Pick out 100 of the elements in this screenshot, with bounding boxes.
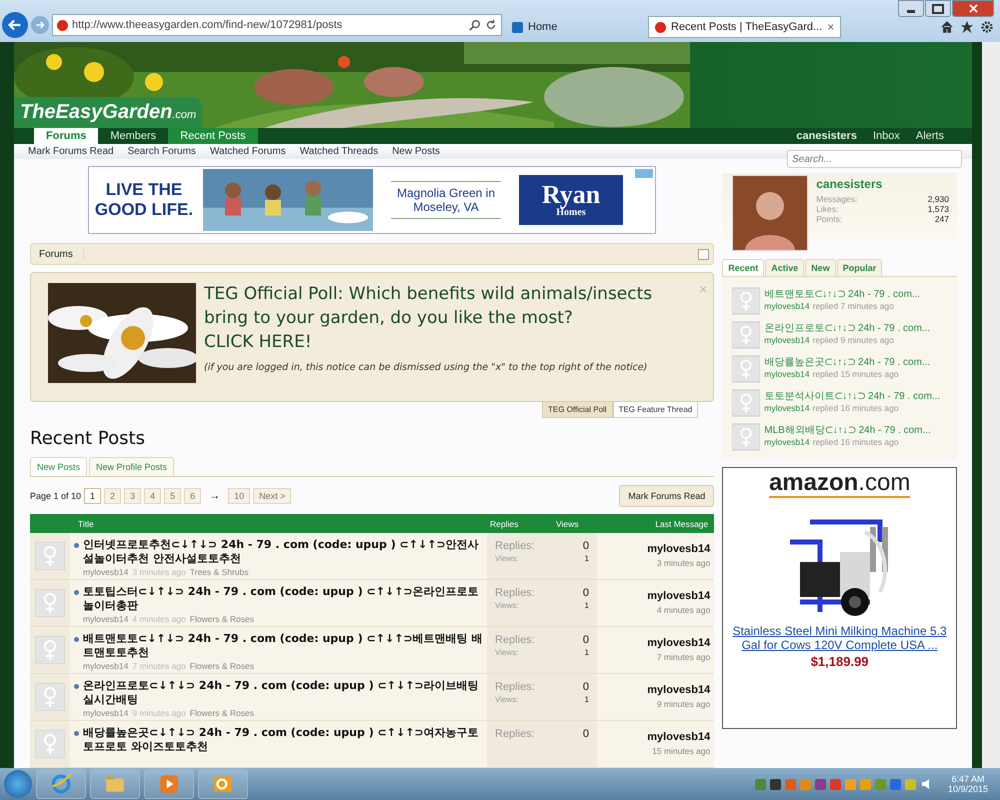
user-link[interactable]: mylovesb14	[764, 335, 810, 345]
notice-link[interactable]: CLICK HERE!	[204, 330, 696, 354]
notice-tab[interactable]: TEG Feature Thread	[612, 402, 698, 418]
nav-tab[interactable]: Forums	[34, 128, 98, 144]
thread-title[interactable]: 토토팁스터⊂↓↑↓⊃ 24h - 79 . com (code: upup ) ⊂↑↓↑⊃온라인프로토 놀이터총판	[83, 585, 483, 614]
thread-row[interactable]: 배당률높은곳⊂↓↑↓⊃ 24h - 79 . com (code: upup ) ⊂↑↓↑⊃여자농구토토프로토 와이즈토토추천 Replies: 0 mylovesb14 15 minutes ago	[30, 721, 714, 768]
page-link[interactable]: 10	[228, 488, 250, 504]
home-icon[interactable]	[940, 20, 954, 34]
forward-button[interactable]	[31, 16, 49, 34]
column-header[interactable]: Views	[556, 518, 616, 528]
browser-tab[interactable]: Home	[505, 16, 645, 38]
last-user-link[interactable]: mylovesb14	[647, 684, 710, 696]
thread-row[interactable]: 토토팁스터⊂↓↑↓⊃ 24h - 79 . com (code: upup ) ⊂↑↓↑⊃온라인프로토 놀이터총판 mylovesb14 4 minutes ago Flowers & Roses Replies: 0 Views: 1 mylovesb14 4 minutes ago	[30, 580, 714, 627]
scrollbar[interactable]	[982, 42, 1000, 768]
last-time[interactable]: 15 minutes ago	[652, 746, 710, 756]
last-user-link[interactable]: mylovesb14	[647, 731, 710, 743]
last-time[interactable]: 4 minutes ago	[656, 605, 710, 615]
user-nav-link[interactable]: Alerts	[908, 128, 952, 144]
sidebar-tab[interactable]: Popular	[836, 259, 882, 276]
last-user-link[interactable]: mylovesb14	[647, 590, 710, 602]
thread-row[interactable]: 온라인프로토⊂↓↑↓⊃ 24h - 79 . com (code: upup ) ⊂↑↓↑⊃라이브배팅 실시간배팅 mylovesb14 9 minutes ago Flowers & Roses Replies: 0 Views: 1 mylovesb14 9 minutes ago	[30, 674, 714, 721]
thread-row[interactable]: 배트맨토토⊂↓↑↓⊃ 24h - 79 . com (code: upup ) ⊂↑↓↑⊃베트맨배팅 배트맨토토추천 mylovesb14 7 minutes ago Flowers & Roses Replies: 0 Views: 1 mylovesb14 7 minutes ago	[30, 627, 714, 674]
mail-app-icon[interactable]	[198, 769, 248, 799]
column-header[interactable]: Title	[30, 518, 490, 528]
search-field[interactable]: Search...	[787, 150, 962, 168]
author-link[interactable]: mylovesb14	[83, 566, 128, 577]
forum-link[interactable]: Flowers & Roses	[190, 660, 254, 671]
user-link[interactable]: mylovesb14	[764, 369, 810, 379]
user-nav-link[interactable]: canesisters	[788, 128, 865, 144]
address-bar[interactable]: http://www.theeasygarden.com/find-new/1072981/posts	[52, 14, 502, 36]
close-tab-button[interactable]: ×	[827, 20, 834, 34]
user-link[interactable]: mylovesb14	[764, 301, 810, 311]
author-link[interactable]: mylovesb14	[83, 614, 128, 624]
sidebar-tab[interactable]: Recent	[722, 259, 764, 276]
post-link[interactable]: MLB해외배당⊂↓↑↓⊃ 24h - 79 . com...	[764, 423, 931, 437]
last-user-link[interactable]: mylovesb14	[647, 637, 710, 649]
search-icon[interactable]	[469, 19, 481, 31]
last-user-link[interactable]: mylovesb14	[647, 543, 710, 555]
browser-icon[interactable]	[36, 769, 86, 799]
last-time[interactable]: 3 minutes ago	[656, 558, 710, 568]
thread-title[interactable]: 온라인프로토⊂↓↑↓⊃ 24h - 79 . com (code: upup ) ⊂↑↓↑⊃라이브배팅 실시간배팅	[83, 679, 483, 708]
post-tab[interactable]: New Profile Posts	[89, 457, 174, 476]
last-time[interactable]: 7 minutes ago	[656, 652, 710, 662]
forum-link[interactable]: Trees & Shrubs	[190, 566, 249, 577]
sidebar-tab[interactable]: Active	[765, 259, 804, 276]
play-icon[interactable]	[144, 769, 194, 799]
sidebar-tab[interactable]: New	[805, 259, 836, 276]
avatar-icon[interactable]	[732, 175, 808, 251]
forum-link[interactable]: Flowers & Roses	[190, 708, 254, 718]
author-link[interactable]: mylovesb14	[83, 708, 128, 718]
back-button[interactable]	[2, 12, 28, 38]
page-link[interactable]: 4	[144, 488, 162, 504]
tray-icon[interactable]	[814, 778, 826, 790]
subnav-link[interactable]: Search Forums	[128, 146, 196, 158]
banner-ad[interactable]: LIVE THE GOOD LIFE. Magnolia Green in Moseley, VA Ryan Homes	[88, 166, 656, 234]
subnav-link[interactable]: Watched Forums	[210, 146, 286, 158]
mark-read-button[interactable]: Mark Forums Read	[619, 485, 714, 507]
maximize-button[interactable]	[925, 0, 951, 17]
next-page-link[interactable]: Next >	[253, 488, 292, 504]
forum-link[interactable]: Flowers & Roses	[190, 614, 254, 624]
last-time[interactable]: 9 minutes ago	[656, 699, 710, 709]
column-header[interactable]: Last Message	[616, 518, 714, 528]
close-window-button[interactable]	[952, 0, 994, 17]
product-link[interactable]: Stainless Steel Mini Milking Machine 5.3 Gal for Cows 120V Complete USA ...	[723, 622, 956, 654]
page-link[interactable]: 3	[124, 488, 142, 504]
clock-time[interactable]: 6:47 AM	[951, 774, 984, 784]
subnav-link[interactable]: Watched Threads	[300, 146, 378, 158]
start-button[interactable]	[4, 770, 32, 798]
star-icon[interactable]	[960, 20, 974, 34]
browser-tab[interactable]: Recent Posts | TheEasyGard... ×	[648, 16, 842, 38]
page-link[interactable]: 5	[164, 488, 182, 504]
refresh-icon[interactable]	[485, 19, 497, 31]
column-header[interactable]: Replies	[490, 518, 556, 528]
post-link[interactable]: 베트맨토토⊂↓↑↓⊃ 24h - 79 . com...	[764, 287, 920, 301]
subnav-link[interactable]: New Posts	[392, 146, 440, 158]
post-link[interactable]: 온라인프로토⊂↓↑↓⊃ 24h - 79 . com...	[764, 321, 930, 335]
minimize-button[interactable]	[898, 0, 924, 17]
user-link[interactable]: mylovesb14	[764, 437, 810, 447]
tray-icon[interactable]	[770, 778, 781, 790]
folder-icon[interactable]	[90, 769, 140, 799]
nav-tab[interactable]: Members	[98, 128, 168, 144]
breadcrumb-link[interactable]: Forums	[35, 248, 84, 260]
nav-tab[interactable]: Recent Posts	[168, 128, 258, 144]
notice-title[interactable]: TEG Official Poll: Which benefits wild animals/insects bring to your garden, do you like the most?	[204, 283, 696, 331]
user-link[interactable]: mylovesb14	[764, 403, 810, 413]
post-link[interactable]: 토토분석사이트⊂↓↑↓⊃ 24h - 79 . com...	[764, 389, 940, 403]
thread-title[interactable]: 인터넷프로토추천⊂↓↑↓⊃ 24h - 79 . com (code: upup ) ⊂↑↓↑⊃안전사설놀이터추천 안전사설토토추천	[83, 538, 483, 567]
clock-date[interactable]: 10/9/2015	[948, 784, 988, 794]
subnav-link[interactable]: Mark Forums Read	[28, 146, 114, 158]
notice-tab[interactable]: TEG Official Poll	[542, 402, 613, 418]
thread-title[interactable]: 배트맨토토⊂↓↑↓⊃ 24h - 79 . com (code: upup ) ⊂↑↓↑⊃베트맨배팅 배트맨토토추천	[83, 632, 483, 661]
thread-title[interactable]: 배당률높은곳⊂↓↑↓⊃ 24h - 79 . com (code: upup ) ⊂↑↓↑⊃여자농구토토프로토 와이즈토토추천	[83, 726, 483, 755]
product-ad[interactable]: amazon.com Stainless Steel Mini Milking Machine 5.3 Gal for Cows 120V Complete USA ... $1,189.99	[722, 467, 957, 729]
thread-row[interactable]: 인터넷프로토추천⊂↓↑↓⊃ 24h - 79 . com (code: upup ) ⊂↑↓↑⊃안전사설놀이터추천 안전사설토토추천 mylovesb14 3 minutes ago Trees & Shrubs Replies: 0 Views: 1 mylovesb14 3 minutes ago	[30, 533, 714, 580]
profile-name[interactable]: canesisters	[816, 177, 949, 191]
site-logo[interactable]: TheEasyGarden.com	[14, 97, 202, 128]
page-link[interactable]: 6	[184, 488, 202, 504]
page-link[interactable]: 2	[104, 488, 122, 504]
post-link[interactable]: 배당률높은곳⊂↓↑↓⊃ 24h - 79 . com...	[764, 355, 930, 369]
user-nav-link[interactable]: Inbox	[864, 128, 908, 144]
